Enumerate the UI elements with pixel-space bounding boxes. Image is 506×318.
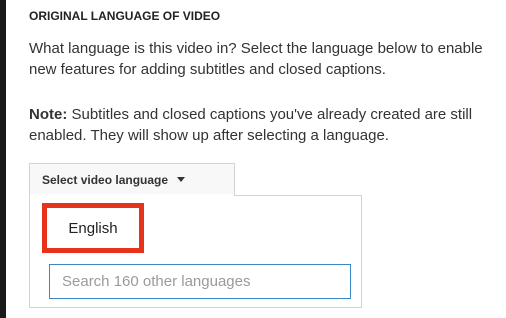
note-text: Subtitles and closed captions you've alr… (29, 106, 473, 144)
note-paragraph: Note: Subtitles and closed captions you'… (29, 104, 505, 146)
dropdown-joint (30, 194, 234, 196)
section-heading: ORIGINAL LANGUAGE OF VIDEO (29, 9, 221, 23)
language-description: What language is this video in? Select t… (29, 40, 483, 78)
left-accent-bar (0, 0, 6, 318)
language-option-label: English (68, 219, 118, 237)
note-label: Note: (29, 106, 68, 123)
chevron-down-icon (177, 177, 186, 182)
language-search-input[interactable] (49, 264, 351, 299)
select-video-language-button[interactable]: Select video language (29, 163, 235, 195)
select-language-label: Select video language (42, 172, 169, 187)
language-option-english[interactable]: English (42, 203, 144, 253)
